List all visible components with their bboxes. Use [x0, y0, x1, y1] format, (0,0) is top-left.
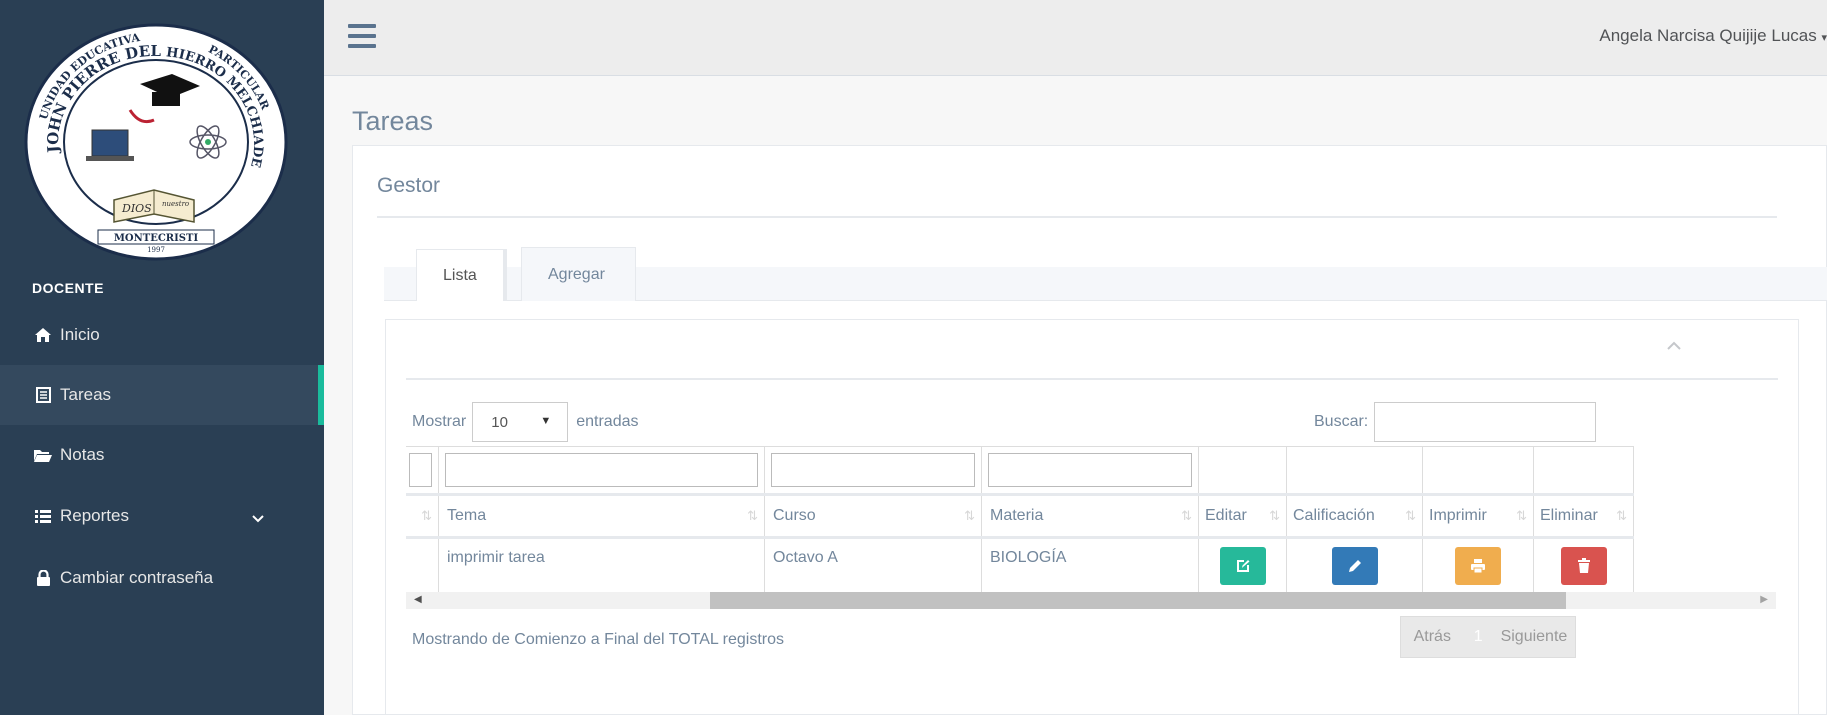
sidebar-item-label: Reportes [60, 506, 129, 525]
table-cell [1533, 537, 1634, 592]
column-header-editar[interactable]: Editar ⇅ [1198, 493, 1287, 539]
table-info: Mostrando de Comienzo a Final del TOTAL … [412, 631, 785, 648]
table-cell [406, 537, 439, 592]
content-panel: Gestor Lista Agregar Mostrar 10 ▼ entrad… [352, 145, 1827, 715]
sidebar-item-label: Notas [60, 445, 105, 464]
top-navbar: Angela Narcisa Quijije Lucas ▾ [324, 0, 1827, 76]
sidebar: UNIDAD EDUCATIVA JOHN PIERRE DEL PARTICU… [0, 0, 324, 715]
table-row: imprimir tarea Octavo A BIOLOGÍA [406, 537, 1634, 592]
sort-icon: ⇅ [1269, 508, 1280, 523]
show-label: Mostrar [412, 413, 467, 430]
sort-icon: ⇅ [421, 508, 432, 523]
pagination-page-1[interactable]: 1 [1464, 617, 1493, 657]
table-header-row: ⇅ Tema ⇅ Curso ⇅ Materia ⇅ Editar ⇅ Califica… [406, 493, 1634, 539]
entries-select-value: 10 [491, 413, 508, 431]
tab-agregar[interactable]: Agregar [521, 247, 636, 301]
sort-icon: ⇅ [1405, 508, 1416, 523]
sort-icon: ⇅ [964, 508, 975, 523]
cell-materia: BIOLOGÍA [981, 537, 1199, 592]
column-header[interactable]: ⇅ [406, 493, 439, 539]
divider [377, 216, 1777, 218]
folder-open-icon [32, 448, 54, 463]
scrollbar-thumb[interactable] [710, 592, 1566, 609]
sidebar-item-inicio[interactable]: Inicio [0, 305, 324, 365]
cell-curso: Octavo A [764, 537, 982, 592]
edit-icon [1236, 559, 1249, 572]
sidebar-section-title: DOCENTE [32, 280, 104, 296]
tasks-table: ⇅ Tema ⇅ Curso ⇅ Materia ⇅ Editar ⇅ Califica… [406, 446, 1634, 592]
svg-text:nuestro: nuestro [162, 200, 189, 208]
sidebar-item-cambiar-contrasena[interactable]: Cambiar contraseña [0, 548, 324, 608]
panel-title: Gestor [377, 174, 441, 197]
list-panel: Mostrar 10 ▼ entradas Buscar: ⇅ Tema ⇅ C… [385, 319, 1799, 715]
entries-label: entradas [576, 413, 639, 430]
lock-icon [32, 570, 54, 586]
user-menu[interactable]: Angela Narcisa Quijije Lucas ▾ [1599, 26, 1827, 46]
horizontal-scrollbar[interactable]: ◀ ▶ [406, 592, 1776, 609]
sidebar-item-tareas[interactable]: Tareas [0, 365, 324, 425]
tab-lista[interactable]: Lista [416, 249, 507, 301]
table-cell [1286, 537, 1423, 592]
svg-text:DIOS: DIOS [121, 202, 152, 215]
list-icon [32, 387, 54, 403]
list-ul-icon [32, 509, 54, 523]
pencil-icon [1348, 559, 1361, 572]
chevron-down-icon [252, 508, 264, 528]
print-button[interactable] [1455, 546, 1501, 585]
chevron-up-icon[interactable] [1664, 338, 1684, 358]
caret-down-icon: ▼ [540, 415, 552, 427]
search-label: Buscar: [1314, 413, 1369, 430]
pagination-next-button[interactable]: Siguiente [1493, 617, 1575, 657]
filter-input[interactable] [409, 453, 432, 487]
pagination-prev-button[interactable]: Atrás [1401, 617, 1464, 657]
home-icon [32, 327, 54, 343]
sidebar-item-notas[interactable]: Notas [0, 425, 324, 485]
column-header-imprimir[interactable]: Imprimir ⇅ [1422, 493, 1534, 539]
column-header-eliminar[interactable]: Eliminar ⇅ [1533, 493, 1634, 539]
sidebar-item-label: Inicio [60, 325, 100, 344]
column-header-materia[interactable]: Materia ⇅ [981, 493, 1199, 539]
cell-tema: imprimir tarea [438, 537, 765, 592]
column-header-calificacion[interactable]: Calificación ⇅ [1286, 493, 1423, 539]
page-title: Tareas [352, 106, 434, 136]
scroll-right-arrow-icon[interactable]: ▶ [1760, 594, 1768, 605]
sort-icon: ⇅ [1516, 508, 1527, 523]
trash-icon [1577, 557, 1590, 573]
chevron-down-icon: ▾ [1821, 32, 1827, 44]
print-icon [1471, 558, 1485, 573]
search-input[interactable] [1374, 402, 1597, 442]
edit-button[interactable] [1219, 546, 1266, 585]
school-logo: UNIDAD EDUCATIVA JOHN PIERRE DEL PARTICU… [22, 22, 290, 262]
sort-icon: ⇅ [747, 508, 758, 523]
table-scroll-area: ⇅ Tema ⇅ Curso ⇅ Materia ⇅ Editar ⇅ Califica… [406, 446, 1778, 592]
user-name: Angela Narcisa Quijije Lucas [1599, 26, 1817, 45]
column-header-tema[interactable]: Tema ⇅ [438, 493, 765, 539]
grade-button[interactable] [1331, 546, 1378, 585]
pagination: Atrás 1 Siguiente [1400, 616, 1576, 658]
sidebar-item-reportes[interactable]: Reportes [0, 486, 324, 546]
filter-input-tema[interactable] [445, 453, 758, 487]
sidebar-item-label: Cambiar contraseña [60, 568, 214, 587]
table-cell [1198, 537, 1287, 592]
divider [406, 378, 1778, 380]
sort-icon: ⇅ [1616, 508, 1627, 523]
column-header-curso[interactable]: Curso ⇅ [764, 493, 982, 539]
table-cell [1422, 537, 1534, 592]
entries-select[interactable]: 10 ▼ [472, 402, 569, 442]
delete-button[interactable] [1560, 546, 1607, 585]
svg-text:MONTECRISTI: MONTECRISTI [114, 233, 199, 244]
sort-icon: ⇅ [1181, 508, 1192, 523]
sidebar-item-label: Tareas [60, 385, 112, 404]
svg-text:1997: 1997 [147, 246, 165, 254]
filter-input-materia[interactable] [988, 453, 1192, 487]
scroll-left-arrow-icon[interactable]: ◀ [414, 594, 422, 605]
hamburger-menu-icon[interactable] [348, 24, 376, 48]
entries-length-control: Mostrar 10 ▼ entradas [412, 402, 639, 442]
filter-row [406, 446, 1634, 495]
filter-input-curso[interactable] [771, 453, 975, 487]
search-control: Buscar: [1314, 402, 1597, 442]
